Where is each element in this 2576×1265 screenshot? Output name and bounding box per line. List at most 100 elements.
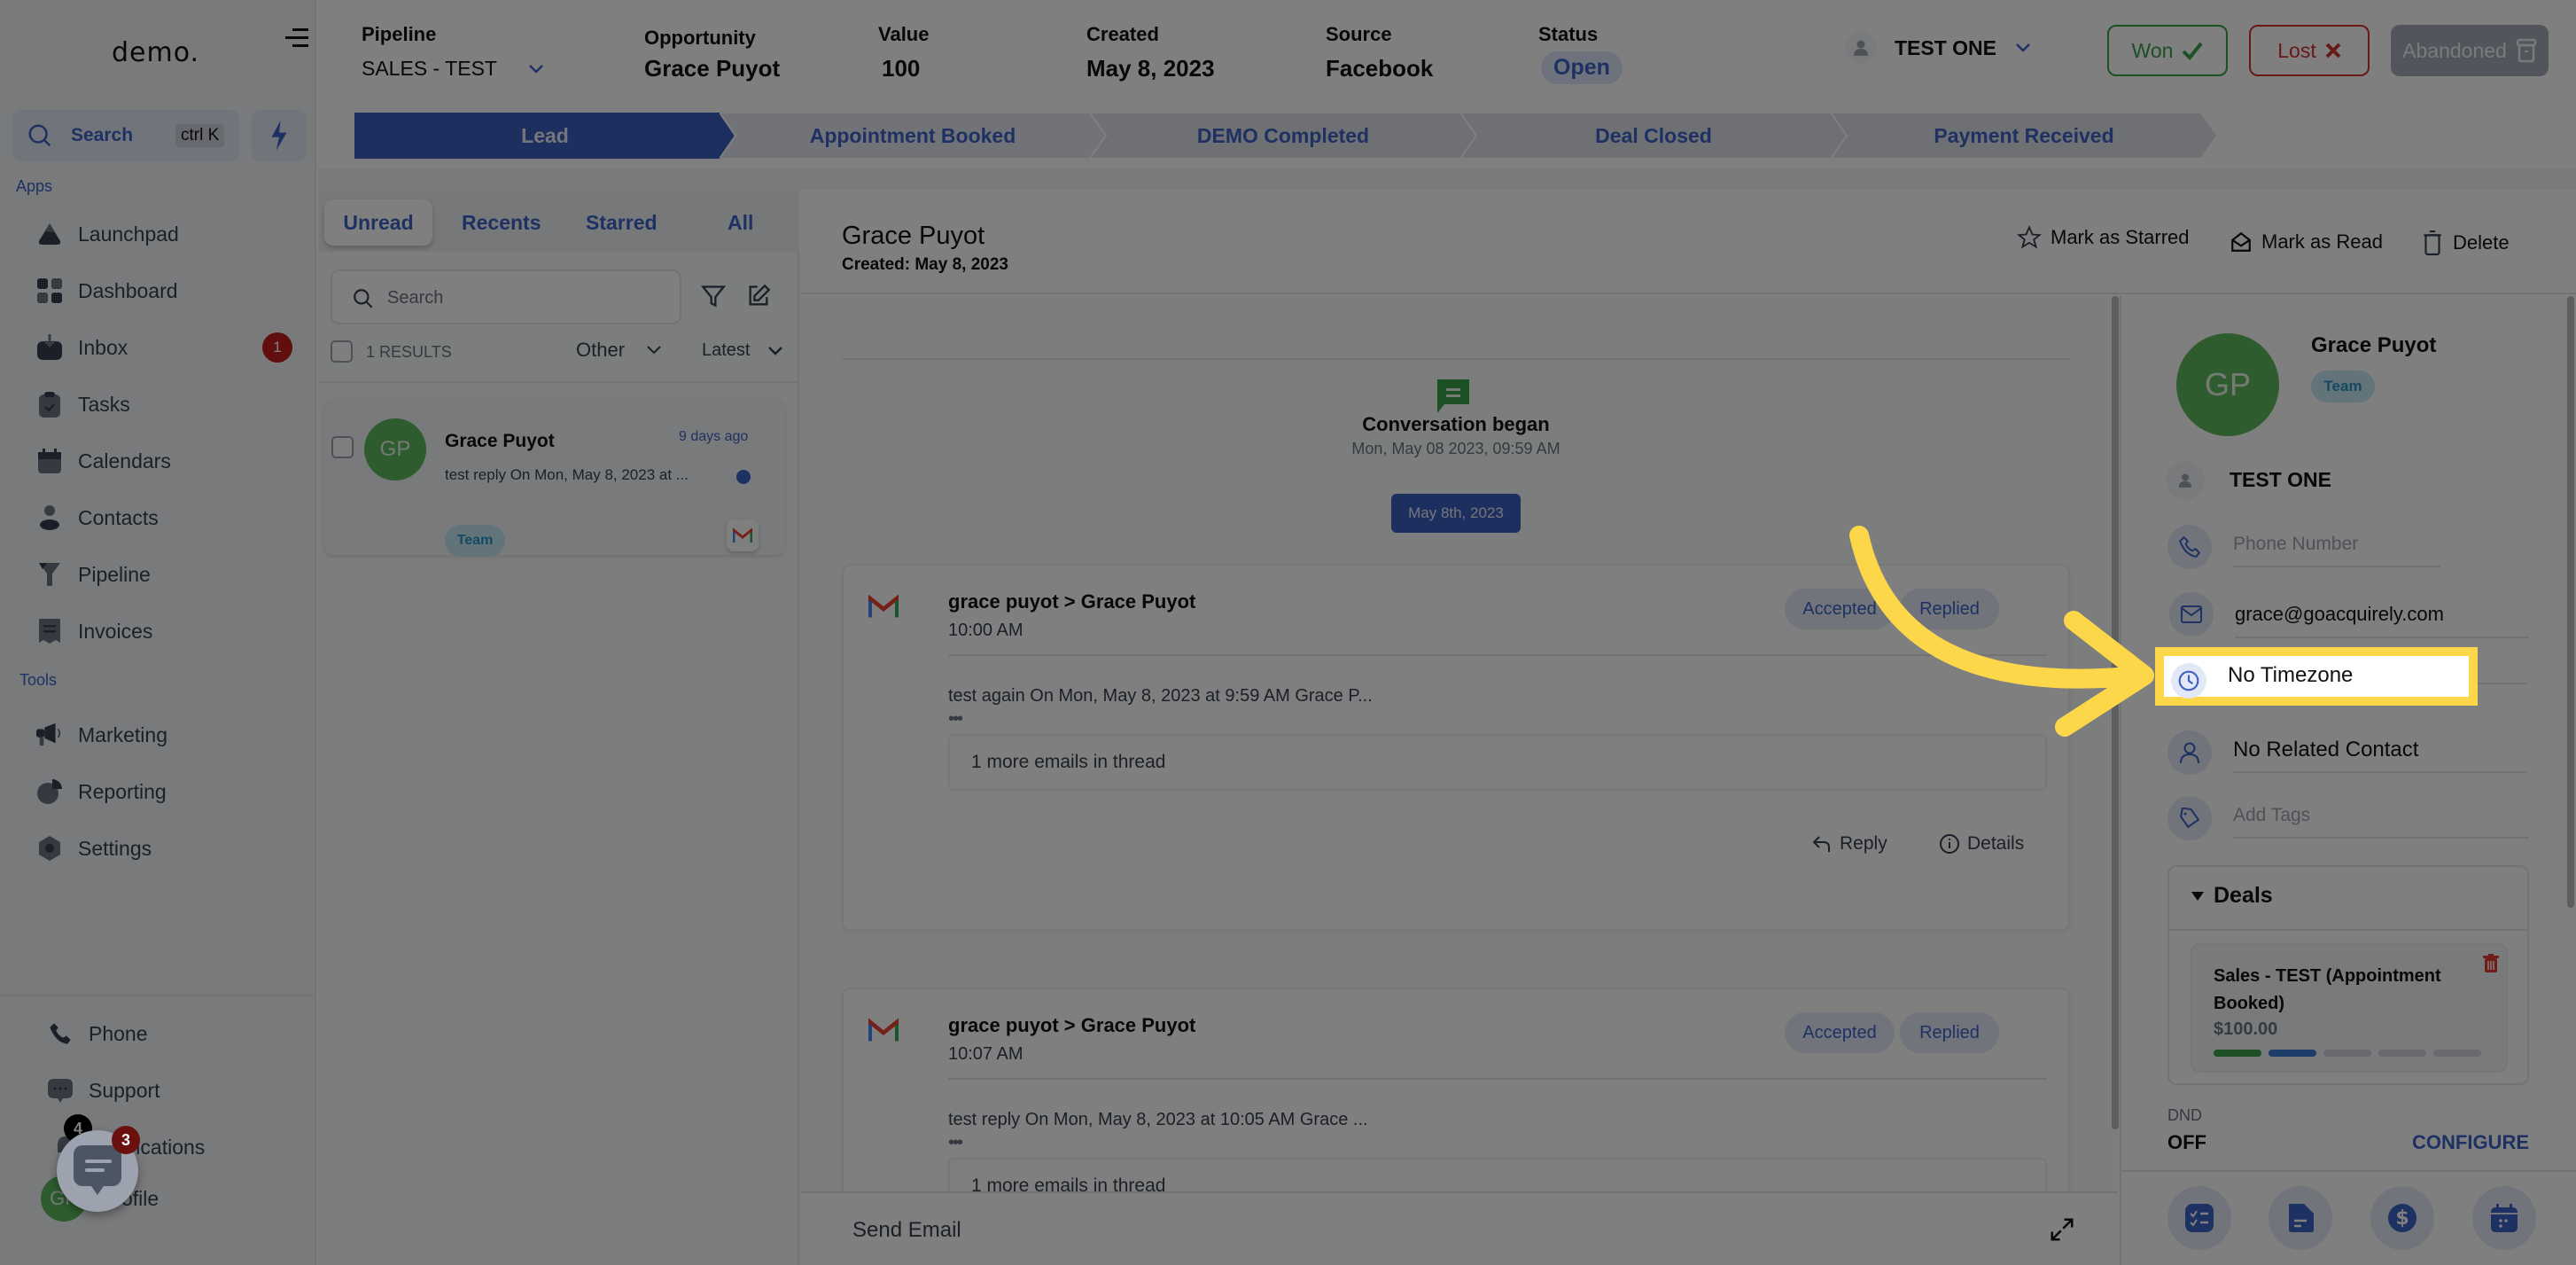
info-icon: [1940, 834, 1959, 854]
sidebar-item-invoices[interactable]: Invoices: [35, 611, 152, 652]
tab-unread[interactable]: Unread: [324, 199, 432, 246]
mark-starred-button[interactable]: Mark as Starred: [2017, 225, 2190, 250]
sidebar-item-contacts[interactable]: Contacts: [35, 497, 159, 538]
conversation-preview: test reply On Mon, May 8, 2023 at ...: [445, 466, 689, 483]
conversation-checkbox[interactable]: [331, 436, 354, 458]
mark-read-button[interactable]: Mark as Read: [2230, 230, 2383, 254]
tools-section-label: Tools: [19, 671, 58, 689]
expand-quoted-icon[interactable]: •••: [948, 709, 963, 730]
assigned-user-select[interactable]: TEST ONE: [1845, 32, 2032, 64]
dashboard-icon: [35, 277, 64, 305]
appointment-action-button[interactable]: [2472, 1186, 2536, 1250]
phone-icon: [2167, 525, 2212, 569]
stage-payment-received[interactable]: Payment Received: [1831, 113, 2217, 159]
sidebar-item-dashboard[interactable]: Dashboard: [35, 270, 178, 311]
pipeline-select[interactable]: SALES - TEST: [362, 57, 545, 81]
phone-input[interactable]: Phone Number: [2233, 523, 2440, 567]
type-filter-select[interactable]: Other: [576, 339, 662, 362]
pie-chart-icon: [35, 777, 64, 806]
source-value: Facebook: [1326, 55, 1434, 82]
gear-icon: [35, 834, 64, 863]
conversation-item[interactable]: GP Grace Puyot 9 days ago test reply On …: [324, 399, 785, 557]
details-button[interactable]: Details: [1939, 833, 2024, 855]
sidebar-item-calendars[interactable]: Calendars: [35, 441, 171, 481]
compose-label: Send Email: [852, 1218, 961, 1242]
menu-toggle-icon[interactable]: [285, 27, 308, 50]
tab-all[interactable]: All: [728, 211, 753, 235]
sidebar-item-pipeline[interactable]: Pipeline: [35, 554, 151, 595]
sidebar-item-label: Invoices: [78, 619, 153, 643]
deal-amount: $100.00: [2214, 1019, 2278, 1039]
select-all-checkbox[interactable]: [331, 340, 353, 363]
email-field[interactable]: grace@goacquirely.com: [2235, 594, 2529, 638]
receipt-icon: [35, 617, 64, 645]
reply-icon: [1812, 836, 1830, 852]
conversation-began-label: Conversation began: [1362, 413, 1550, 435]
search-icon: [28, 124, 51, 147]
contact-avatar: GP: [2176, 333, 2279, 436]
sidebar-item-launchpad[interactable]: Launchpad: [35, 214, 179, 254]
sidebar-item-tasks[interactable]: Tasks: [35, 384, 130, 425]
compose-icon[interactable]: [746, 284, 771, 308]
results-count: 1 RESULTS: [366, 343, 452, 361]
sidebar-item-inbox[interactable]: Inbox 1: [35, 327, 292, 368]
payment-action-button[interactable]: $: [2370, 1186, 2434, 1250]
email-from-to: grace puyot > Grace Puyot: [948, 1014, 1196, 1036]
abandoned-button[interactable]: Abandoned: [2391, 25, 2549, 76]
filter-icon[interactable]: [701, 284, 726, 308]
deal-card[interactable]: Sales - TEST (Appointment Booked) $100.0…: [2191, 943, 2508, 1073]
compose-bar[interactable]: Send Email: [801, 1191, 2118, 1265]
status-badge[interactable]: Open: [1541, 51, 1623, 84]
notes-action-button[interactable]: [2269, 1186, 2332, 1250]
thread-divider: [842, 358, 2070, 360]
timezone-field-highlight[interactable]: No Timezone: [2155, 647, 2478, 706]
caret-down-icon: [2191, 891, 2204, 901]
sidebar-item-label: Reporting: [78, 779, 167, 803]
funnel-icon: [35, 560, 64, 589]
created-value: May 8, 2023: [1086, 55, 1215, 82]
quick-actions-button[interactable]: [252, 110, 307, 161]
sidebar-item-settings[interactable]: Settings: [35, 828, 152, 869]
stage-demo-completed[interactable]: DEMO Completed: [1090, 113, 1476, 159]
stage-deal-closed[interactable]: Deal Closed: [1460, 113, 1847, 159]
clock-icon: [2171, 663, 2206, 699]
conversation-tabs: Unread Recents Starred All: [318, 190, 799, 252]
sidebar-item-marketing[interactable]: Marketing: [35, 714, 167, 755]
tab-recents[interactable]: Recents: [462, 211, 541, 235]
delete-button[interactable]: Delete: [2423, 230, 2510, 255]
conversation-icon: [1437, 379, 1469, 413]
won-button[interactable]: Won: [2107, 25, 2228, 76]
gmail-icon: [868, 1018, 899, 1042]
user-icon: [1845, 32, 1877, 64]
related-contact-field[interactable]: No Related Contact: [2233, 729, 2527, 773]
global-search-button[interactable]: Search ctrl K: [12, 110, 239, 161]
deals-toggle[interactable]: Deals: [2191, 883, 2273, 909]
sidebar-item-phone[interactable]: Phone: [46, 1013, 148, 1054]
delete-deal-icon[interactable]: [2483, 954, 2499, 973]
sidebar-item-reporting[interactable]: Reporting: [35, 771, 167, 812]
sidebar-item-support[interactable]: Support: [46, 1070, 160, 1111]
configure-dnd-button[interactable]: CONFIGURE: [2412, 1131, 2529, 1154]
tab-starred[interactable]: Starred: [586, 211, 658, 235]
tasks-action-button[interactable]: [2167, 1186, 2231, 1250]
reply-button[interactable]: Reply: [1811, 833, 1887, 855]
thread-created: Created: May 8, 2023: [842, 255, 1008, 274]
conversation-search-input[interactable]: Search: [331, 269, 681, 324]
panel-scrollbar[interactable]: [2567, 296, 2574, 908]
contact-owner[interactable]: TEST ONE: [2230, 468, 2331, 492]
stage-appointment-booked[interactable]: Appointment Booked: [720, 113, 1106, 159]
expand-icon[interactable]: [2049, 1216, 2075, 1243]
megaphone-icon: [35, 721, 64, 749]
email-message[interactable]: grace puyot > Grace Puyot 10:07 AM Accep…: [842, 988, 2070, 1218]
sort-select[interactable]: Latest: [702, 340, 783, 361]
envelope-open-icon: [2231, 231, 2251, 252]
email-time: 10:07 AM: [948, 1044, 1023, 1064]
search-icon: [354, 289, 373, 308]
timezone-field[interactable]: No Timezone: [2228, 663, 2353, 688]
lost-button[interactable]: Lost: [2249, 25, 2370, 76]
expand-quoted-icon[interactable]: •••: [948, 1133, 963, 1153]
dnd-value: OFF: [2167, 1131, 2206, 1153]
stage-lead[interactable]: Lead: [354, 113, 735, 159]
conversation-name: Grace Puyot: [445, 431, 555, 451]
tags-input[interactable]: Add Tags: [2233, 794, 2529, 839]
